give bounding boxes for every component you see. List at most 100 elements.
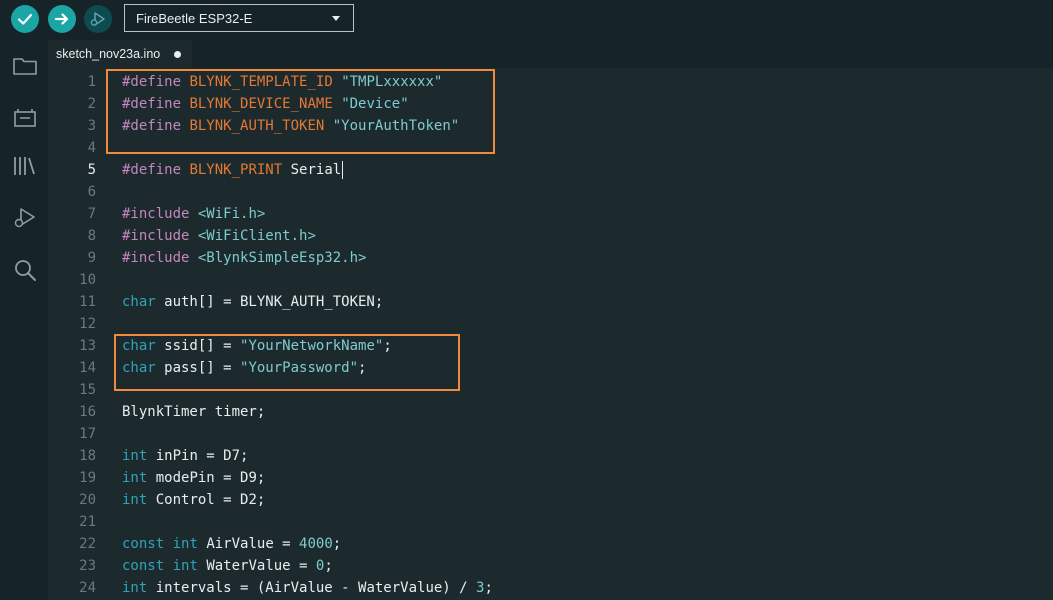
line-number: 10 xyxy=(79,272,96,288)
code-token: int xyxy=(172,558,198,574)
code-editor[interactable]: 1 #define BLYNK_TEMPLATE_ID "TMPLxxxxxx" 2… xyxy=(48,68,1053,600)
code-token: auth[] = BLYNK_AUTH_TOKEN; xyxy=(155,294,384,310)
code-token: #include xyxy=(122,206,190,222)
upload-button[interactable] xyxy=(48,5,76,33)
code-text: const int WaterValue = 0; xyxy=(122,555,333,577)
code-token: int xyxy=(172,536,198,552)
code-line[interactable]: 17 xyxy=(48,423,1053,445)
highlight-box-blynk-defines xyxy=(106,69,495,154)
line-number: 13 xyxy=(79,338,96,354)
code-token: ; xyxy=(332,536,342,552)
line-number: 11 xyxy=(79,294,96,310)
code-line[interactable]: 12 xyxy=(48,313,1053,335)
line-number: 23 xyxy=(79,558,96,574)
line-number: 24 xyxy=(79,580,96,596)
line-number: 8 xyxy=(87,228,96,244)
code-token: Serial xyxy=(290,162,342,178)
code-token: ; xyxy=(324,558,333,574)
library-icon[interactable] xyxy=(11,152,39,180)
code-token: <WiFi.h> xyxy=(197,206,266,222)
verify-button[interactable] xyxy=(11,5,39,33)
code-line[interactable]: 9 #include <BlynkSimpleEsp32.h> xyxy=(48,247,1053,269)
line-number: 7 xyxy=(87,206,96,222)
code-token: int xyxy=(122,492,148,508)
line-number: 5 xyxy=(87,162,96,178)
code-line[interactable]: 23 const int WaterValue = 0; xyxy=(48,555,1053,577)
code-line[interactable]: 18 int inPin = D7; xyxy=(48,445,1053,467)
code-line[interactable]: 21 xyxy=(48,511,1053,533)
code-line[interactable]: 24 int intervals = (AirValue - WaterValue… xyxy=(48,577,1053,599)
code-text: int intervals = (AirValue - WaterValue) … xyxy=(122,577,493,599)
line-number: 1 xyxy=(87,74,96,90)
code-token: AirValue = xyxy=(197,536,300,552)
code-token: 4000 xyxy=(299,536,333,552)
dot-icon[interactable] xyxy=(174,51,181,58)
line-number: 9 xyxy=(87,250,96,266)
tab-bar: sketch_nov23a.ino xyxy=(48,40,1053,68)
line-number: 17 xyxy=(79,426,96,442)
code-token: int xyxy=(122,470,148,486)
code-text: #define BLYNK_PRINT Serial xyxy=(122,159,344,181)
code-token: int xyxy=(122,448,148,464)
code-line[interactable]: 6 xyxy=(48,181,1053,203)
code-token: char xyxy=(122,294,156,310)
code-token: #define xyxy=(122,162,182,178)
tab-filename: sketch_nov23a.ino xyxy=(56,47,161,61)
board-selector-label: FireBeetle ESP32-E xyxy=(136,10,253,26)
board-selector[interactable]: FireBeetle ESP32-E xyxy=(124,4,354,32)
code-line[interactable]: 20 int Control = D2; xyxy=(48,489,1053,511)
code-line[interactable]: 16 BlynkTimer timer; xyxy=(48,401,1053,423)
code-line[interactable]: 8 #include <WiFiClient.h> xyxy=(48,225,1053,247)
line-number: 19 xyxy=(79,470,96,486)
code-line[interactable]: 19 int modePin = D9; xyxy=(48,467,1053,489)
text-cursor xyxy=(342,161,344,179)
line-number: 4 xyxy=(87,140,96,156)
code-token: #include xyxy=(122,228,190,244)
debug-icon[interactable] xyxy=(11,204,39,232)
code-token: WaterValue = xyxy=(197,558,316,574)
toolbar: FireBeetle ESP32-E xyxy=(0,0,1053,40)
code-token: BLYNK_PRINT xyxy=(189,162,283,178)
line-number: 6 xyxy=(87,184,96,200)
code-token: Control = D2; xyxy=(147,492,266,508)
code-line[interactable]: 5 #define BLYNK_PRINT Serial xyxy=(48,159,1053,181)
code-text: #include <BlynkSimpleEsp32.h> xyxy=(122,247,366,269)
code-text: int modePin = D9; xyxy=(122,467,265,489)
code-text: const int AirValue = 4000; xyxy=(122,533,341,555)
code-token: const xyxy=(122,558,165,574)
code-token: ; xyxy=(484,580,493,596)
code-text: int Control = D2; xyxy=(122,489,265,511)
code-token: BlynkTimer timer; xyxy=(122,404,266,420)
code-line[interactable]: 11 char auth[] = BLYNK_AUTH_TOKEN; xyxy=(48,291,1053,313)
board-manager-icon[interactable] xyxy=(11,104,39,132)
line-number: 2 xyxy=(87,96,96,112)
code-line[interactable]: 10 xyxy=(48,269,1053,291)
debug-play-icon xyxy=(90,12,105,26)
line-number: 12 xyxy=(79,316,96,332)
folder-icon[interactable] xyxy=(11,52,39,80)
line-number: 18 xyxy=(79,448,96,464)
code-text: #include <WiFi.h> xyxy=(122,203,265,225)
line-number: 3 xyxy=(87,118,96,134)
code-token: <WiFiClient.h> xyxy=(197,228,316,244)
code-token: intervals = (AirValue - WaterValue) / xyxy=(147,580,477,596)
code-token: inPin = D7; xyxy=(147,448,249,464)
arrow-right-icon xyxy=(54,13,69,25)
code-token: int xyxy=(122,580,148,596)
code-line[interactable]: 7 #include <WiFi.h> xyxy=(48,203,1053,225)
line-number: 16 xyxy=(79,404,96,420)
line-number: 14 xyxy=(79,360,96,376)
chevron-down-icon xyxy=(332,16,340,21)
code-line[interactable]: 22 const int AirValue = 4000; xyxy=(48,533,1053,555)
search-icon[interactable] xyxy=(11,256,39,284)
code-text: BlynkTimer timer; xyxy=(122,401,265,423)
code-text: int inPin = D7; xyxy=(122,445,248,467)
highlight-box-wifi-credentials xyxy=(114,334,460,391)
code-token: modePin = D9; xyxy=(147,470,266,486)
tab-sketch[interactable]: sketch_nov23a.ino xyxy=(48,40,192,68)
debug-button[interactable] xyxy=(84,5,112,33)
